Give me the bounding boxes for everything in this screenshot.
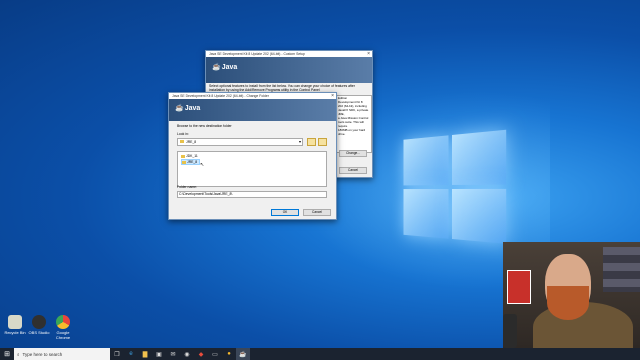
window-title: Java SE Development Kit 8 Update 202 (64… [209, 52, 305, 56]
desktop-icon-label: Google Chrome [55, 330, 71, 340]
desktop-icon-label: Recycle Bin [4, 330, 26, 335]
chrome-taskbar-icon[interactable]: ● [222, 348, 236, 360]
java-logo-text: Java [184, 104, 201, 112]
task-view-icon[interactable]: ❐ [110, 348, 124, 360]
desktop-icon-label: OBS Studio [28, 330, 50, 335]
folder-name: JRE_8 [187, 160, 198, 164]
java-setup-taskbar-icon[interactable]: ☕ [236, 348, 250, 360]
new-folder-icon[interactable] [318, 138, 327, 146]
desktop-icon-chrome[interactable]: Google Chrome [51, 315, 75, 340]
person-beard [547, 286, 589, 320]
java-logo-text: Java [221, 63, 238, 71]
obs-icon [32, 315, 46, 329]
chrome-icon [56, 315, 70, 329]
chevron-down-icon: ▾ [298, 139, 301, 144]
cancel-button[interactable]: Cancel [339, 167, 367, 174]
look-in-label: Look in: [177, 132, 189, 136]
folder-name-label: Folder name: [177, 185, 197, 189]
instruction-text: Browse to the new destination folder [177, 124, 232, 128]
search-placeholder: Type here to search [22, 351, 63, 357]
folder-list[interactable]: JDK_11 JRE_8 ↖ [177, 151, 327, 187]
java-logo: ☕ Java [175, 104, 201, 113]
change-button[interactable]: Change... [339, 150, 367, 157]
desktop-icon-obs[interactable]: OBS Studio [27, 315, 51, 335]
java-logo: ☕ Java [212, 63, 238, 72]
window-title: Java SE Development Kit 8 Update 202 (64… [172, 94, 269, 98]
change-folder-window[interactable]: Java SE Development Kit 8 Update 202 (64… [168, 92, 337, 220]
search-box[interactable]: ⌕ Type here to search [14, 348, 110, 360]
mail-icon[interactable]: ✉ [166, 348, 180, 360]
folder-name-field[interactable]: C:\Development\Tools\Java\JRE_8\ [177, 191, 327, 198]
start-button[interactable]: ⊞ [0, 348, 14, 360]
obs-taskbar-icon[interactable]: ◉ [180, 348, 194, 360]
microphone-image [503, 314, 517, 348]
java-cup-icon: ☕ [212, 64, 221, 71]
shelf-image [603, 247, 640, 292]
list-item-selected[interactable]: JRE_8 [181, 159, 201, 165]
list-item[interactable]: JDK_11 [181, 154, 198, 158]
ok-button[interactable]: OK [271, 209, 299, 216]
look-in-value: JRE_8 [186, 140, 197, 144]
recycle-bin-icon [8, 315, 22, 329]
webcam-overlay [503, 242, 640, 348]
java-cup-icon: ☕ [175, 105, 184, 112]
terminal-icon[interactable]: ▭ [208, 348, 222, 360]
folder-icon [181, 154, 185, 158]
edge-icon[interactable]: e [124, 348, 138, 360]
folder-name: JDK_11 [186, 154, 198, 158]
taskbar: ⊞ ⌕ Type here to search ❐ e ▇ ▣ ✉ ◉ ◆ ▭ … [0, 348, 640, 360]
file-explorer-icon[interactable]: ▇ [138, 348, 152, 360]
folder-icon [182, 160, 186, 164]
java-banner: ☕ Java [206, 57, 372, 83]
cancel-button[interactable]: Cancel [303, 209, 331, 216]
folder-icon [180, 140, 184, 143]
windows-logo-wallpaper [403, 129, 511, 250]
java-banner: ☕ Java [169, 99, 336, 121]
feature-description-text: Edition Development Kit 8 202 (64-bit), … [338, 96, 369, 136]
look-in-select[interactable]: JRE_8 ▾ [177, 138, 303, 146]
poster-image [507, 270, 531, 304]
app-icon[interactable]: ◆ [194, 348, 208, 360]
store-icon[interactable]: ▣ [152, 348, 166, 360]
search-icon: ⌕ [17, 351, 20, 357]
up-folder-icon[interactable] [307, 138, 316, 146]
desktop-icon-recycle-bin[interactable]: Recycle Bin [3, 315, 27, 335]
mouse-cursor-icon: ↖ [200, 162, 205, 168]
folder-name-value: C:\Development\Tools\Java\JRE_8\ [179, 192, 233, 196]
